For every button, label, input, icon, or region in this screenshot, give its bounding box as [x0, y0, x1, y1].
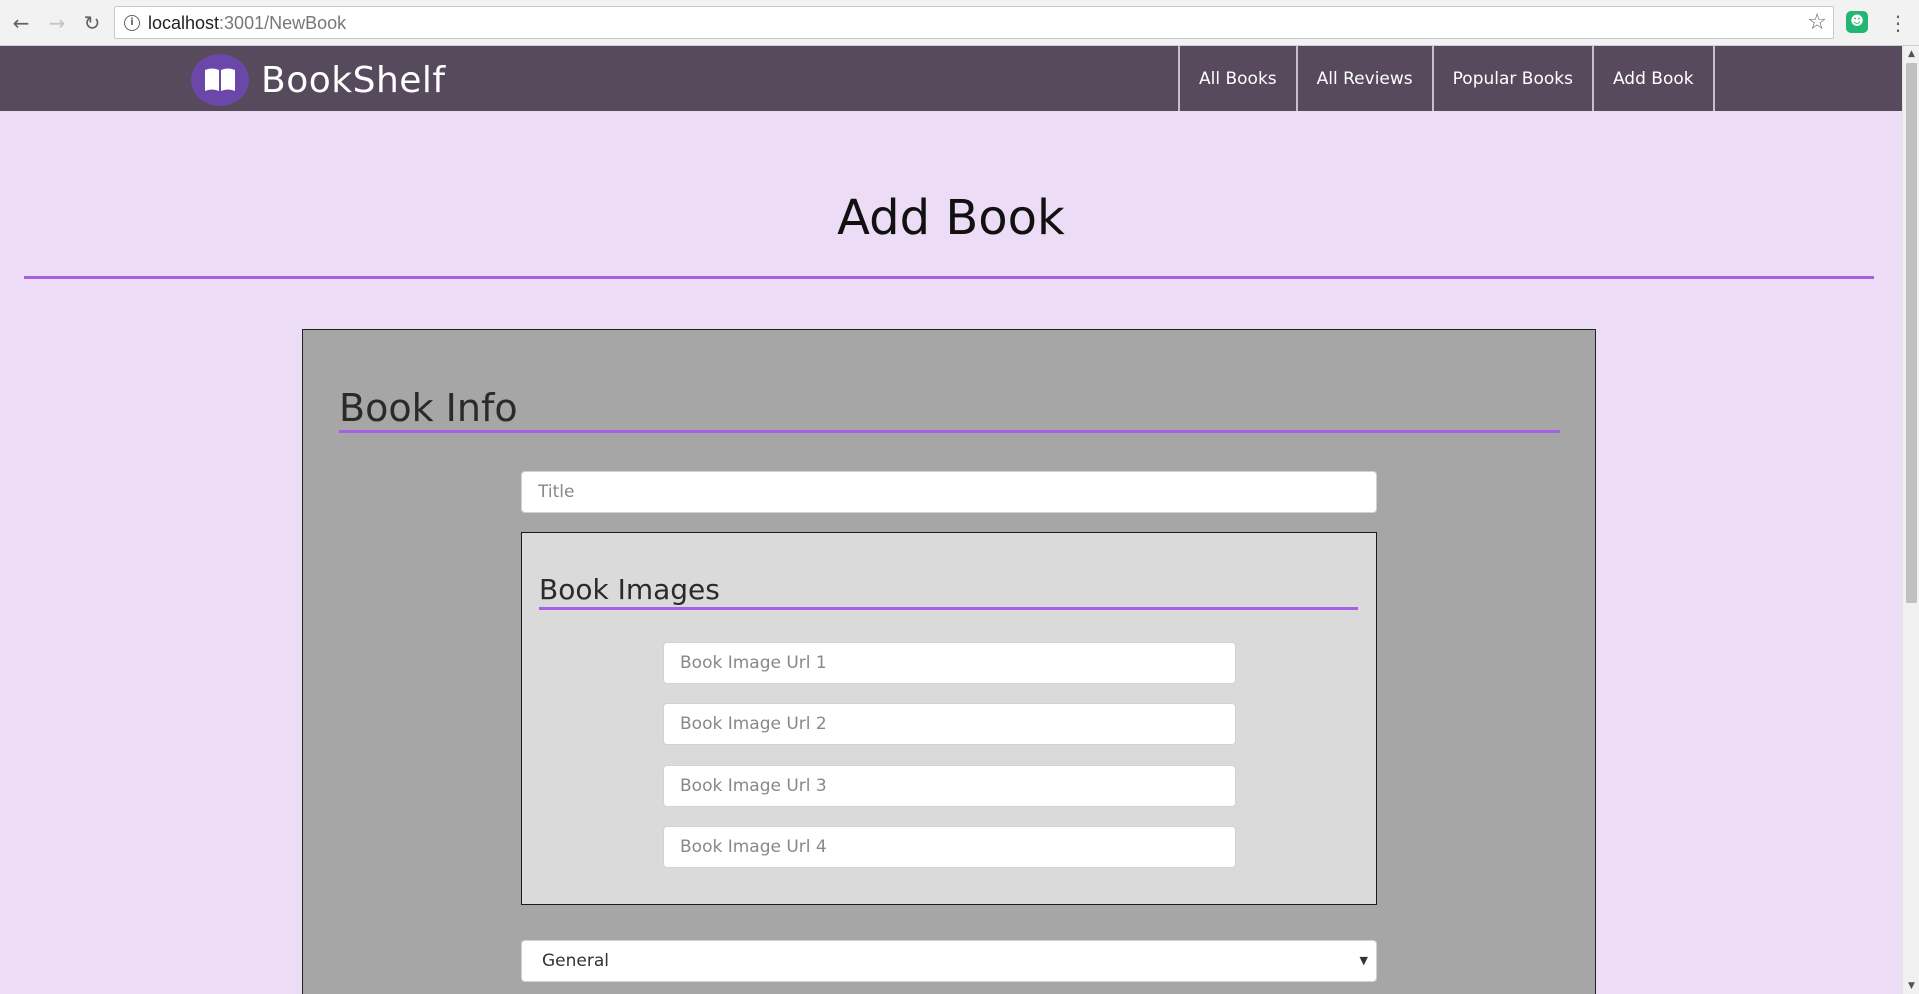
address-bar[interactable]: i localhost:3001/NewBook ☆ [114, 6, 1834, 39]
book-image-url-1-input[interactable] [663, 642, 1236, 684]
genre-selected-value: General [542, 951, 609, 971]
app-navbar: BookShelf All Books All Reviews Popular … [0, 46, 1902, 111]
brand-name[interactable]: BookShelf [261, 60, 446, 101]
extension-icon[interactable]: ☻ [1846, 11, 1868, 33]
book-info-heading: Book Info [339, 386, 518, 430]
forward-button[interactable]: → [44, 10, 70, 36]
nav-link-all-books[interactable]: All Books [1178, 46, 1296, 111]
book-image-url-2-input[interactable] [663, 703, 1236, 745]
book-form-panel: Book Info Book Images General ▼ [302, 329, 1596, 994]
book-images-heading: Book Images [539, 573, 720, 606]
book-image-url-4-input[interactable] [663, 826, 1236, 868]
brand-logo[interactable] [191, 54, 249, 106]
open-book-icon [205, 68, 235, 91]
page-title: Add Book [837, 190, 1065, 246]
title-input[interactable] [521, 471, 1377, 513]
star-icon[interactable]: ☆ [1807, 10, 1827, 35]
scroll-down-icon[interactable]: ▼ [1903, 978, 1919, 994]
reload-icon: ↻ [83, 11, 101, 35]
book-info-divider [339, 430, 1560, 433]
book-images-divider [539, 607, 1358, 610]
back-button[interactable]: ← [8, 10, 34, 36]
nav-link-popular-books[interactable]: Popular Books [1431, 46, 1592, 111]
address-url[interactable]: localhost:3001/NewBook [148, 13, 346, 34]
genre-select[interactable]: General ▼ [521, 940, 1377, 982]
browser-toolbar: ← → ↻ i localhost:3001/NewBook ☆ ☻ ⋮ [0, 0, 1919, 46]
url-path: :3001/NewBook [219, 13, 347, 33]
url-host: localhost [148, 13, 220, 33]
page-title-divider [24, 276, 1874, 279]
page-scrollbar[interactable]: ▲ ▼ [1902, 46, 1919, 994]
nav-link-add-book[interactable]: Add Book [1591, 46, 1715, 111]
scroll-thumb[interactable] [1906, 63, 1917, 603]
book-image-url-3-input[interactable] [663, 765, 1236, 807]
arrow-right-icon: → [48, 11, 66, 35]
scroll-up-icon[interactable]: ▲ [1903, 46, 1919, 62]
arrow-left-icon: ← [12, 11, 30, 35]
nav-link-all-reviews[interactable]: All Reviews [1295, 46, 1432, 111]
book-images-box: Book Images [521, 532, 1377, 905]
info-icon[interactable]: i [124, 15, 140, 31]
nav-links: All Books All Reviews Popular Books Add … [1178, 46, 1715, 111]
chevron-down-icon: ▼ [1359, 954, 1368, 967]
more-vert-icon[interactable]: ⋮ [1888, 9, 1908, 37]
reload-button[interactable]: ↻ [79, 10, 105, 36]
